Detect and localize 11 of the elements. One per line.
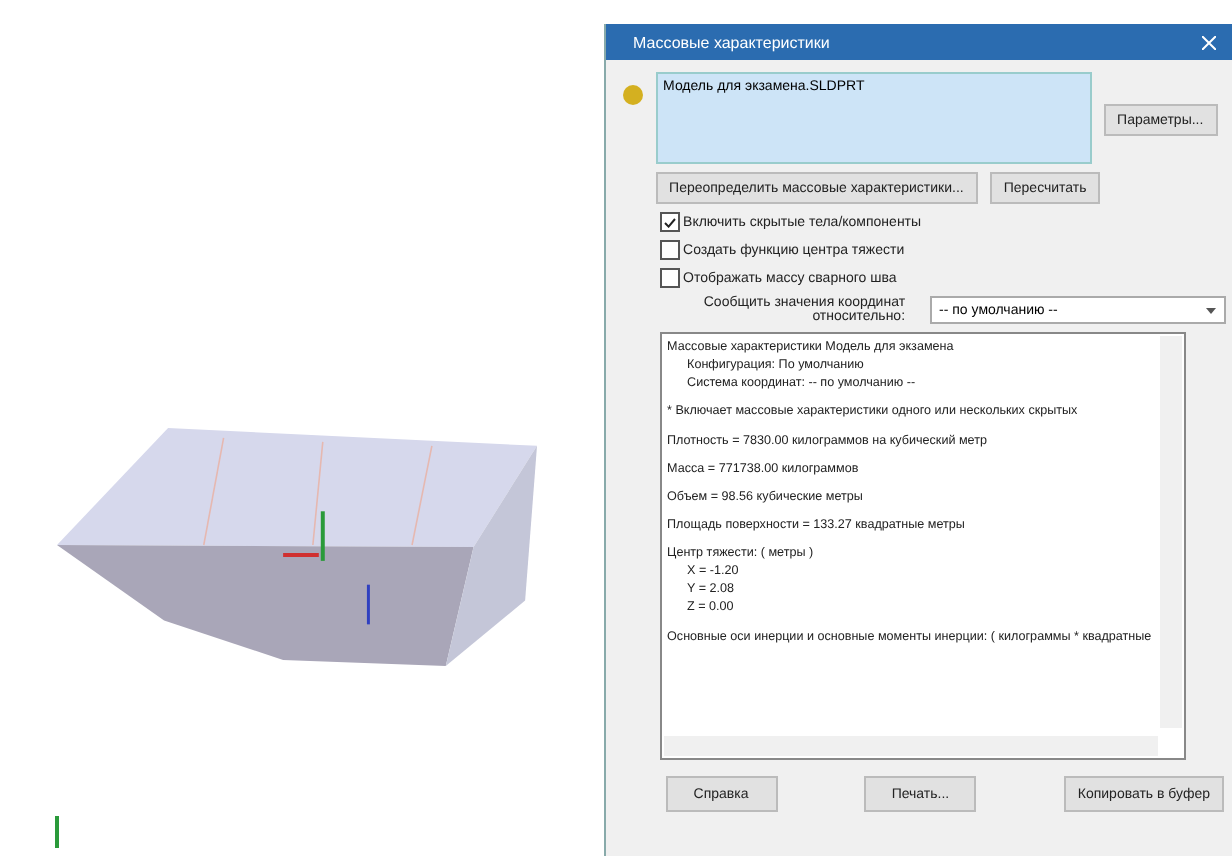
horizontal-scrollbar[interactable] <box>663 736 1158 756</box>
vertical-scrollbar[interactable] <box>1159 336 1182 728</box>
checkbox[interactable] <box>659 268 680 288</box>
window-title: Массовые характеристики <box>633 33 830 51</box>
axis-triad-icon <box>54 816 60 848</box>
checkbox[interactable] <box>659 212 680 232</box>
close-icon[interactable] <box>1202 35 1216 49</box>
checkbox[interactable] <box>659 240 680 260</box>
checkmark-icon <box>663 217 676 227</box>
part-icon <box>621 84 644 106</box>
caret-icon <box>1205 307 1216 313</box>
